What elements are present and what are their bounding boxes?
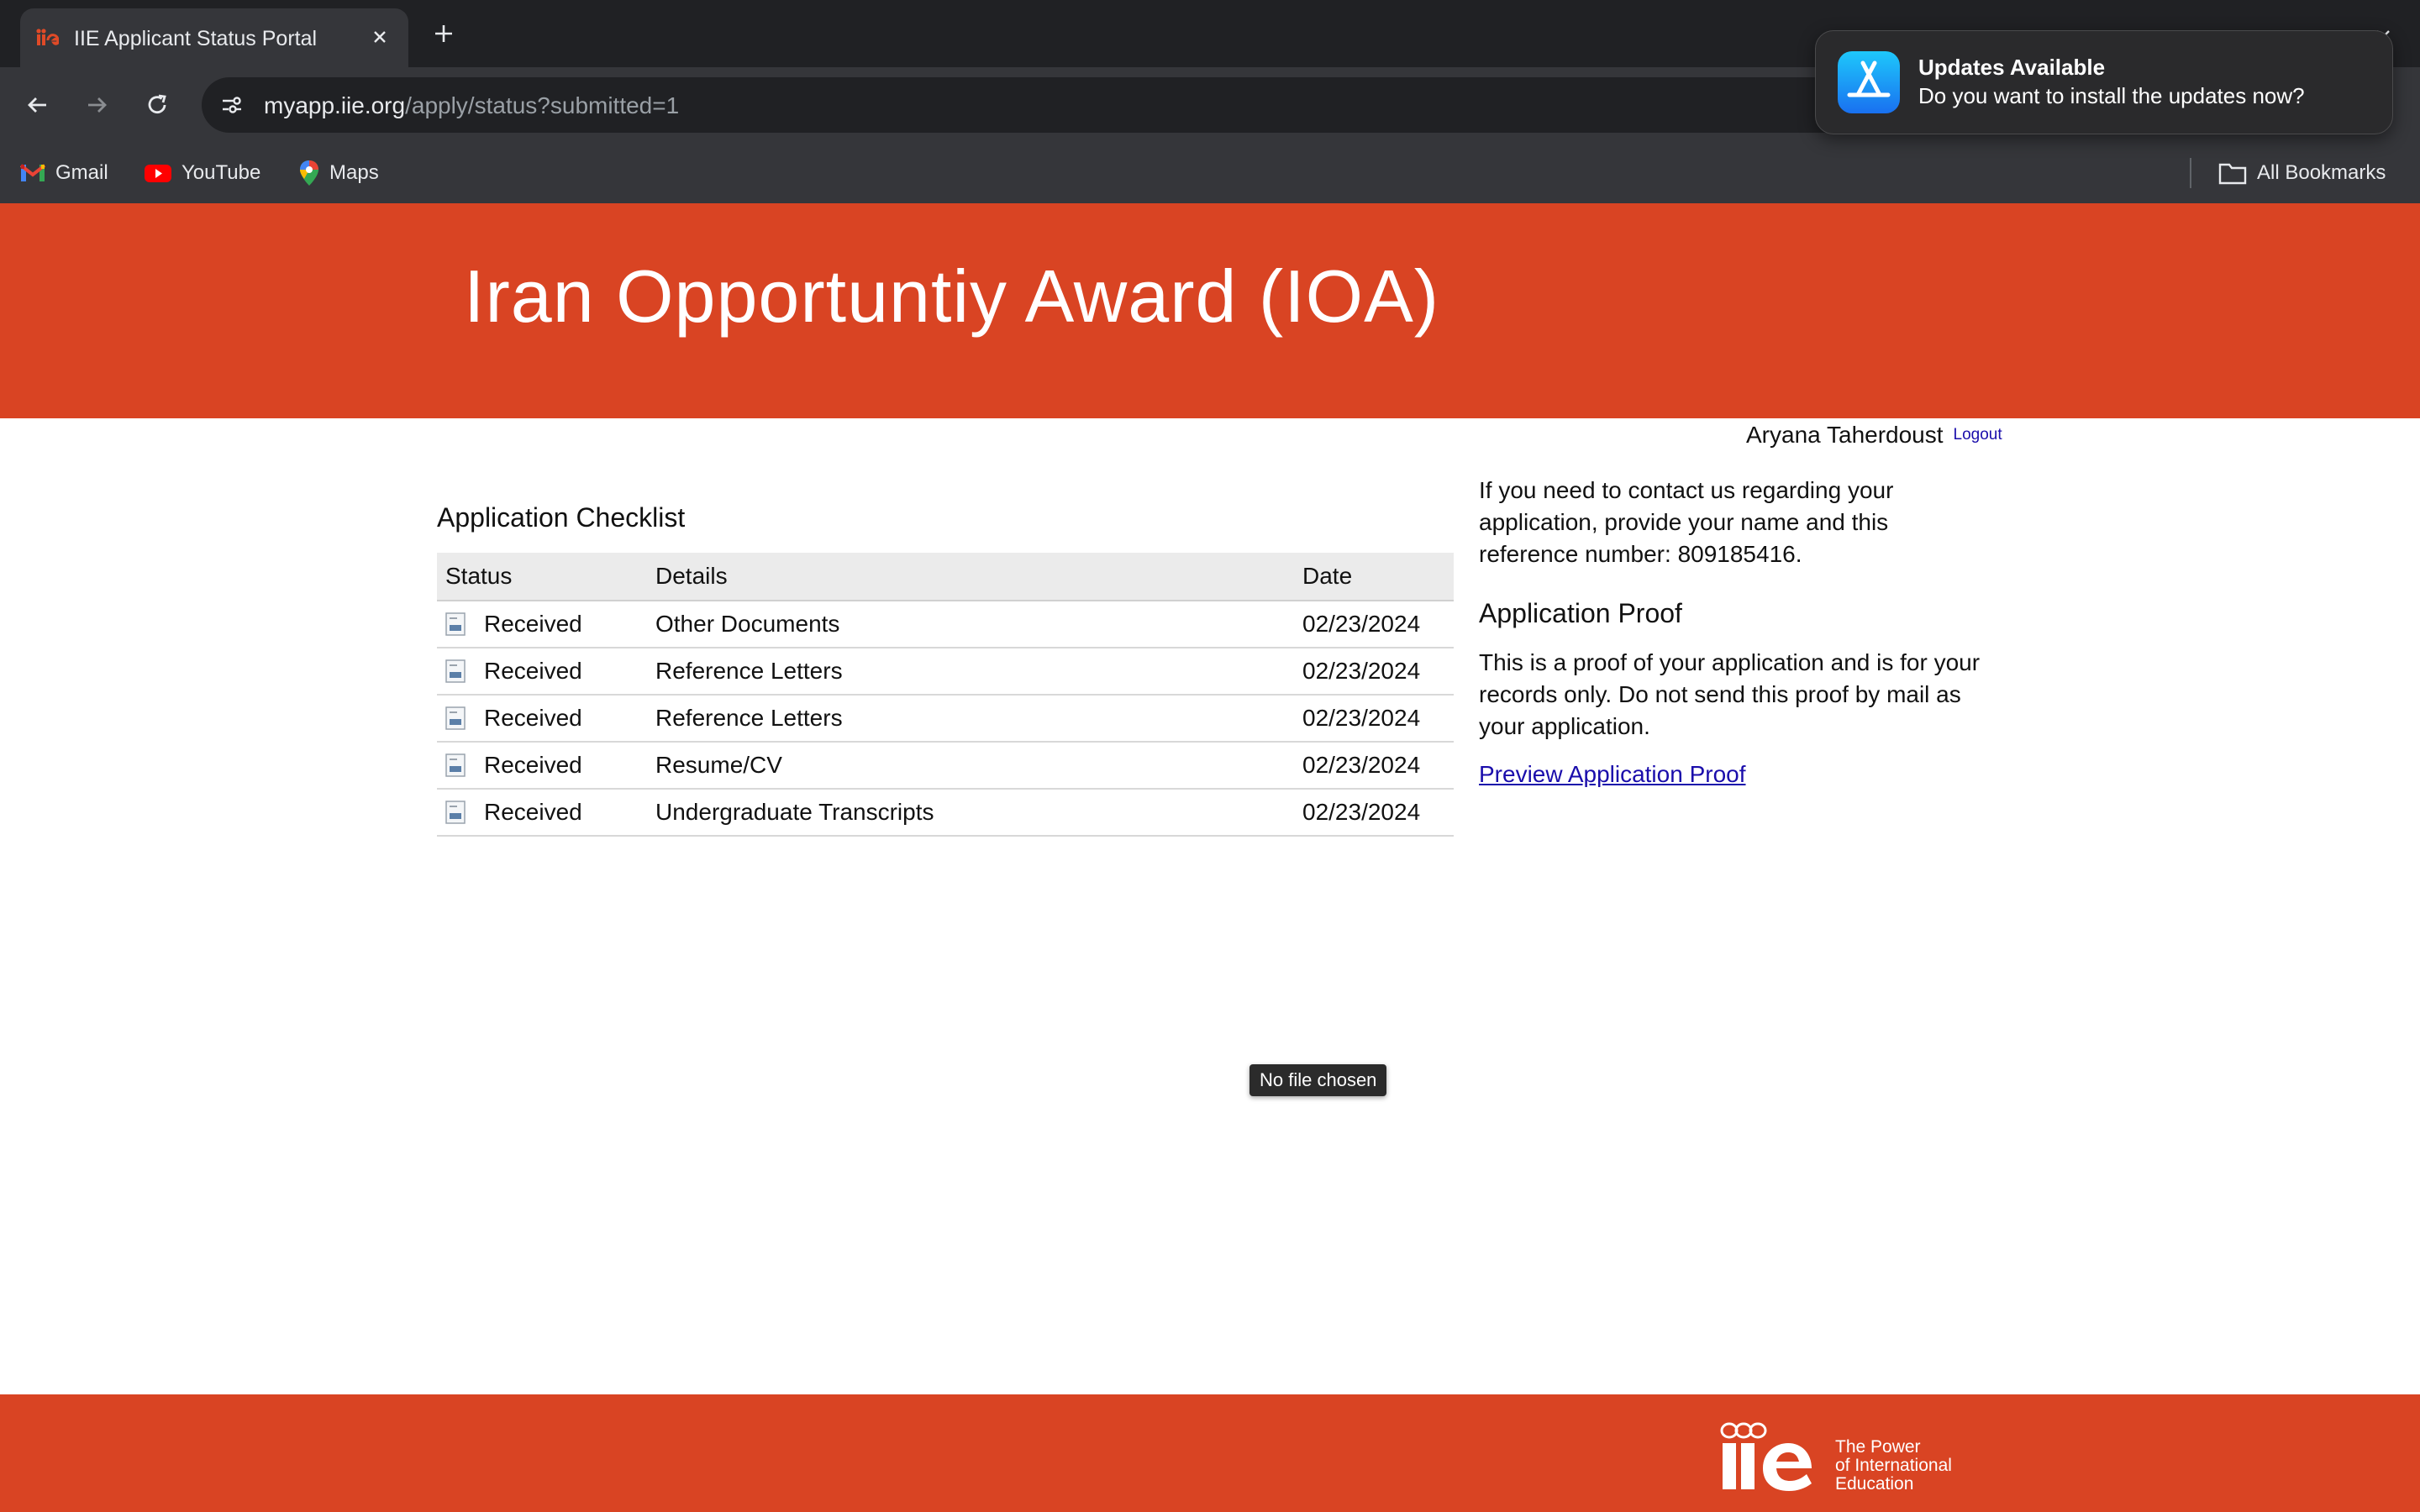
bookmarks-bar: Gmail YouTube Maps All Bookmarks xyxy=(0,143,2420,204)
status-text: Received xyxy=(484,705,582,731)
browser-tab[interactable]: IIE Applicant Status Portal xyxy=(20,8,408,67)
date-cell: 02/23/2024 xyxy=(1294,789,1454,837)
iie-favicon-icon xyxy=(36,29,59,45)
document-icon xyxy=(445,753,466,777)
url-domain: myapp.iie.org xyxy=(264,92,406,118)
tagline-line: The Power xyxy=(1835,1437,1921,1457)
youtube-icon xyxy=(145,165,171,182)
table-row: Received Other Documents 02/23/2024 xyxy=(437,601,1454,648)
bookmarks-divider xyxy=(2190,158,2191,188)
tagline-line: Education xyxy=(1835,1474,1914,1494)
tab-close-icon[interactable] xyxy=(363,20,397,54)
column-header-status: Status xyxy=(437,553,647,601)
status-cell: Received xyxy=(437,789,647,837)
new-tab-icon[interactable] xyxy=(425,15,462,52)
folder-icon xyxy=(2218,163,2247,185)
header-banner: Iran Opportuntiy Award (IOA) xyxy=(0,203,2420,418)
date-cell: 02/23/2024 xyxy=(1294,648,1454,696)
bookmark-label: YouTube xyxy=(182,161,261,184)
status-text: Received xyxy=(484,611,582,637)
status-text: Received xyxy=(484,799,582,825)
status-cell: Received xyxy=(437,695,647,743)
logout-link[interactable]: Logout xyxy=(1954,426,2002,444)
status-text: Received xyxy=(484,658,582,684)
status-cell: Received xyxy=(437,648,647,696)
app-store-icon xyxy=(1838,51,1900,113)
checklist-table: Status Details Date Received Other Docum… xyxy=(437,553,1454,837)
proof-heading: Application Proof xyxy=(1479,598,1682,628)
back-arrow-icon[interactable] xyxy=(17,84,59,126)
update-notification[interactable]: Updates Available Do you want to install… xyxy=(1815,30,2393,134)
details-cell: Undergraduate Transcripts xyxy=(647,789,1294,837)
footer: The Power of International Education xyxy=(0,1394,2420,1512)
all-bookmarks-label: All Bookmarks xyxy=(2257,161,2386,184)
notification-body: Do you want to install the updates now? xyxy=(1918,83,2305,108)
file-input-tooltip: No file chosen xyxy=(1249,1064,1387,1096)
details-cell: Reference Letters xyxy=(647,695,1294,743)
bookmark-gmail[interactable]: Gmail xyxy=(20,158,108,188)
details-cell: Resume/CV xyxy=(647,742,1294,790)
date-cell: 02/23/2024 xyxy=(1294,695,1454,743)
proof-description: This is a proof of your application and … xyxy=(1479,649,1981,739)
notification-title: Updates Available xyxy=(1918,55,2106,80)
table-header-row: Status Details Date xyxy=(437,553,1454,601)
bookmark-label: Maps xyxy=(329,161,379,184)
bookmark-youtube[interactable]: YouTube xyxy=(145,158,260,188)
document-icon xyxy=(445,706,466,730)
status-cell: Received xyxy=(437,601,647,648)
url-text: myapp.iie.org/apply/status?submitted=1 xyxy=(264,92,679,119)
user-name: Aryana Taherdoust xyxy=(1746,422,1944,448)
tagline-line: of International xyxy=(1835,1456,1952,1475)
gmail-icon xyxy=(20,164,45,181)
details-cell: Reference Letters xyxy=(647,648,1294,696)
all-bookmarks-button[interactable]: All Bookmarks xyxy=(2218,158,2386,188)
user-bar: Aryana Taherdoust Logout xyxy=(1746,418,2002,452)
status-text: Received xyxy=(484,752,582,778)
forward-arrow-icon[interactable] xyxy=(76,84,118,126)
checklist-heading: Application Checklist xyxy=(437,502,686,533)
bookmark-label: Gmail xyxy=(55,161,108,184)
table-row: Received Undergraduate Transcripts 02/23… xyxy=(437,789,1454,837)
table-row: Received Resume/CV 02/23/2024 xyxy=(437,742,1454,790)
date-cell: 02/23/2024 xyxy=(1294,742,1454,790)
document-icon xyxy=(445,801,466,824)
tab-title: IIE Applicant Status Portal xyxy=(74,27,318,50)
reload-icon[interactable] xyxy=(136,84,178,126)
document-icon xyxy=(445,612,466,636)
page-title: Iran Opportuntiy Award (IOA) xyxy=(464,255,1440,338)
maps-icon xyxy=(300,160,318,186)
status-cell: Received xyxy=(437,742,647,790)
contact-info: If you need to contact us regarding your… xyxy=(1479,477,1894,567)
column-header-details: Details xyxy=(647,553,1294,601)
bookmark-maps[interactable]: Maps xyxy=(299,158,379,188)
preview-proof-link[interactable]: Preview Application Proof xyxy=(1479,761,1746,788)
table-row: Received Reference Letters 02/23/2024 xyxy=(437,648,1454,696)
site-info-icon[interactable] xyxy=(213,87,250,123)
document-icon xyxy=(445,659,466,683)
date-cell: 02/23/2024 xyxy=(1294,601,1454,648)
details-cell: Other Documents xyxy=(647,601,1294,648)
footer-tagline: The Power of International Education xyxy=(1835,1438,1952,1494)
table-row: Received Reference Letters 02/23/2024 xyxy=(437,695,1454,743)
url-path: /apply/status?submitted=1 xyxy=(405,92,680,118)
column-header-date: Date xyxy=(1294,553,1454,601)
